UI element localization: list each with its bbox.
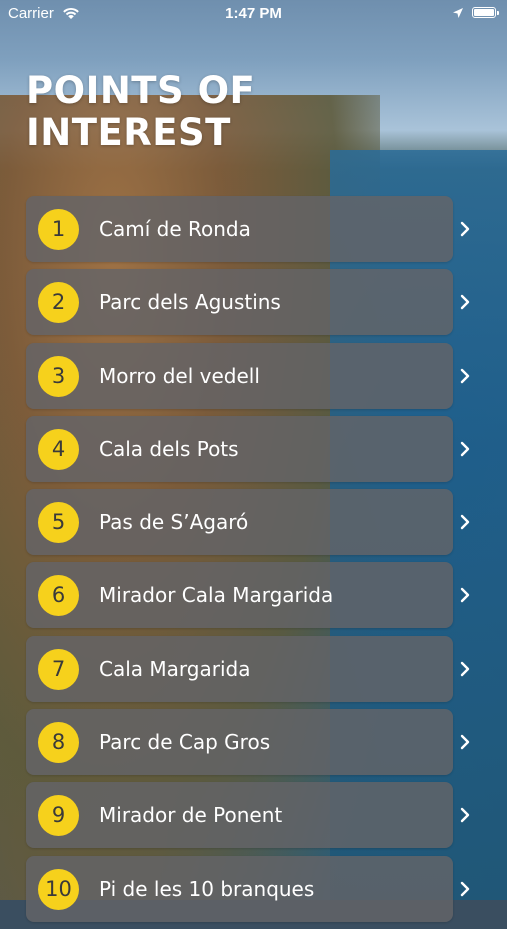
number-badge: 3 [38, 355, 79, 397]
clock: 1:47 PM [225, 5, 282, 22]
list-item-card[interactable]: 8 Parc de Cap Gros [26, 709, 453, 776]
list-item-card[interactable]: 6 Mirador Cala Margarida [26, 562, 453, 629]
chevron-right-icon[interactable] [458, 586, 472, 604]
chevron-right-icon[interactable] [458, 733, 472, 751]
point-name: Parc de Cap Gros [99, 730, 271, 755]
number-badge: 10 [38, 868, 79, 910]
number-badge: 8 [38, 722, 79, 764]
list-item[interactable]: 2 Parc dels Agustins [26, 269, 482, 336]
number-badge: 7 [38, 648, 79, 690]
list-item[interactable]: 3 Morro del vedell [26, 342, 482, 409]
list-item-card[interactable]: 1 Camí de Ronda [26, 196, 453, 262]
list-item-card[interactable]: 7 Cala Margarida [26, 635, 453, 702]
number-badge: 6 [38, 575, 79, 617]
point-name: Parc dels Agustins [99, 290, 281, 315]
point-name: Pi de les 10 branques [99, 876, 315, 901]
list-item-card[interactable]: 2 Parc dels Agustins [26, 269, 453, 336]
number-badge: 9 [38, 795, 79, 837]
number-badge: 4 [38, 428, 79, 470]
list-item[interactable]: 8 Parc de Cap Gros [26, 709, 482, 776]
chevron-right-icon[interactable] [458, 367, 472, 385]
list-item-card[interactable]: 9 Mirador de Ponent [26, 782, 453, 849]
battery-full-icon [472, 7, 499, 18]
chevron-right-icon[interactable] [458, 660, 472, 678]
status-bar: Carrier 1:47 PM [0, 0, 507, 28]
list-item-card[interactable]: 4 Cala dels Pots [26, 415, 453, 482]
chevron-right-icon[interactable] [458, 806, 472, 824]
list-item[interactable]: 1 Camí de Ronda [26, 196, 482, 262]
point-name: Camí de Ronda [99, 217, 251, 241]
chevron-right-icon[interactable] [458, 880, 472, 898]
number-badge: 1 [38, 209, 79, 250]
list-item-card[interactable]: 10 Pi de les 10 branques [26, 855, 453, 922]
list-item[interactable]: 5 Pas de S’Agaró [26, 489, 482, 556]
chevron-right-icon[interactable] [458, 293, 472, 311]
point-name: Mirador de Ponent [99, 803, 283, 828]
location-arrow-icon [453, 8, 463, 18]
chevron-right-icon[interactable] [458, 440, 472, 458]
page-title: POINTS OF INTEREST [26, 69, 256, 154]
chevron-right-icon[interactable] [458, 220, 472, 238]
list-item[interactable]: 4 Cala dels Pots [26, 415, 482, 482]
point-name: Cala dels Pots [99, 436, 239, 461]
list-item[interactable]: 10 Pi de les 10 branques [26, 855, 482, 922]
list-item[interactable]: 6 Mirador Cala Margarida [26, 562, 482, 629]
points-of-interest-list: 1 Camí de Ronda 2 Parc dels Agustins 3 Morro … [26, 196, 482, 929]
list-item[interactable]: 9 Mirador de Ponent [26, 782, 482, 849]
point-name: Pas de S’Agaró [99, 510, 249, 535]
point-name: Cala Margarida [99, 656, 251, 681]
point-name: Morro del vedell [99, 363, 260, 388]
chevron-right-icon[interactable] [458, 513, 472, 531]
number-badge: 2 [38, 282, 79, 324]
number-badge: 5 [38, 502, 79, 544]
point-name: Mirador Cala Margarida [99, 583, 334, 608]
list-item-card[interactable]: 3 Morro del vedell [26, 342, 453, 409]
list-item-card[interactable]: 5 Pas de S’Agaró [26, 489, 453, 556]
list-item[interactable]: 7 Cala Margarida [26, 635, 482, 702]
